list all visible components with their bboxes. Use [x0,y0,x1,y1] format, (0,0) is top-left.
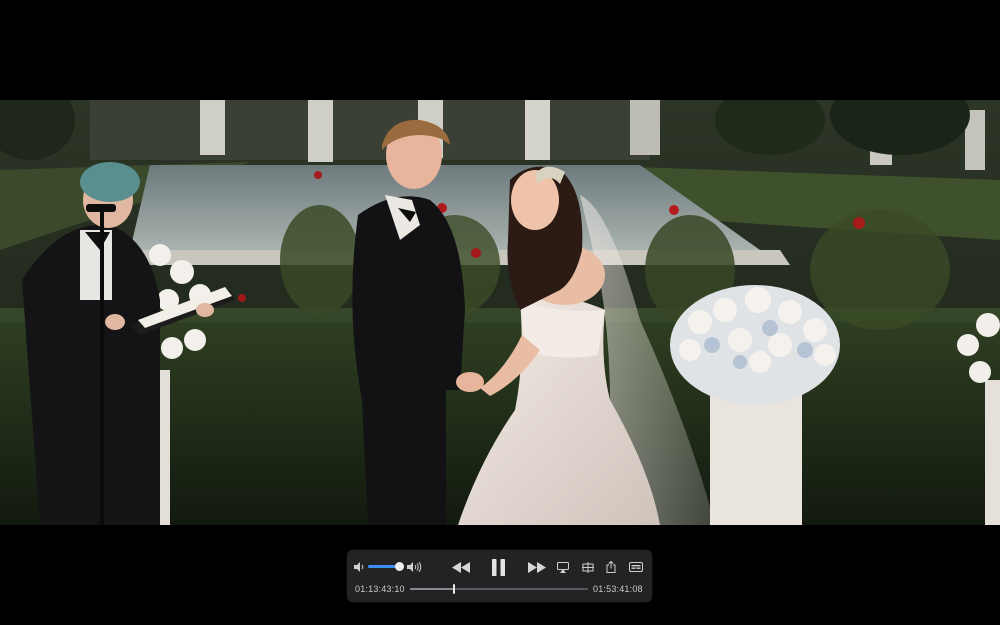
pause-icon [491,558,505,576]
total-duration: 01:53:41:08 [593,584,643,594]
playback-controls: 01:13:43:10 01:53:41:08 [347,550,652,602]
picture-in-picture-icon [582,561,594,573]
share-button[interactable] [604,559,618,574]
fast-forward-icon [528,561,546,573]
picture-in-picture-button[interactable] [581,560,595,574]
airplay-icon [557,561,569,573]
share-icon [606,560,616,573]
fast-forward-button[interactable] [527,560,547,574]
current-time: 01:13:43:10 [355,584,405,594]
subtitles-icon [629,562,643,572]
pause-button[interactable] [489,558,507,576]
rewind-icon [452,561,470,573]
speaker-low-icon[interactable] [353,560,365,573]
timeline-scrubber[interactable] [410,584,588,594]
speaker-high-icon[interactable] [406,560,422,573]
playhead[interactable] [452,584,455,594]
video-content [0,100,1000,525]
timeline-progress [410,588,454,590]
subtitles-button[interactable] [628,560,644,574]
video-frame[interactable] [0,100,1000,525]
airplay-button[interactable] [556,560,570,574]
player-window: 01:13:43:10 01:53:41:08 [0,0,1000,625]
volume-slider[interactable] [368,562,405,571]
rewind-button[interactable] [451,560,471,574]
volume-knob[interactable] [395,562,405,571]
